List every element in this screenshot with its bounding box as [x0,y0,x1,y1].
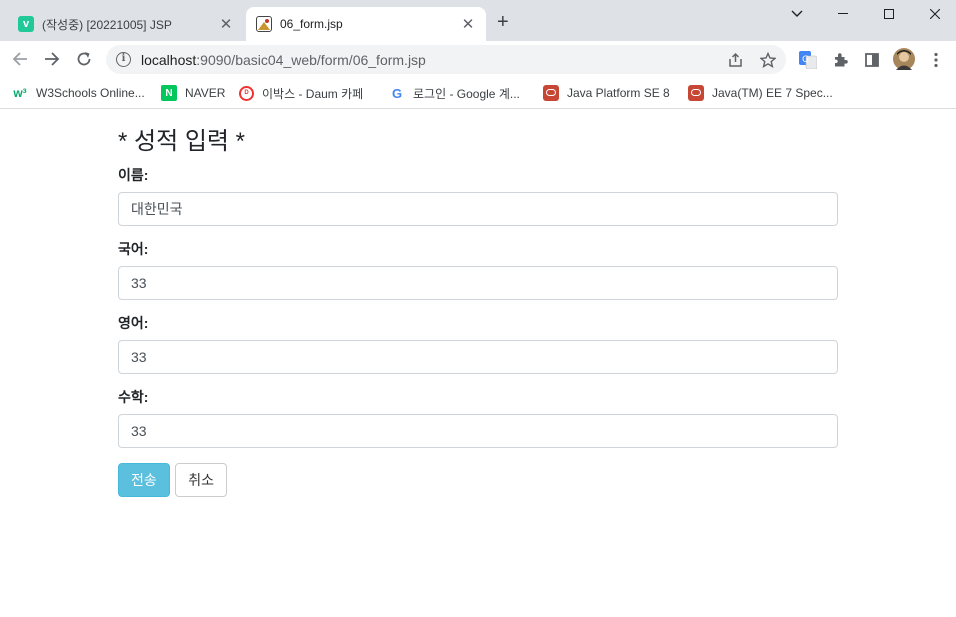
google-icon: G [391,85,403,101]
oracle-icon [543,85,559,101]
tab-06-form[interactable]: 06_form.jsp ✕ [246,7,486,41]
image-icon [256,16,272,32]
bookmark-label: Java Platform SE 8 [567,86,670,100]
site-info-icon[interactable]: i [116,52,131,67]
back-button[interactable] [9,48,31,70]
maximize-button[interactable] [866,0,912,28]
field-korean-group: 국어: [118,241,838,300]
url-text[interactable]: localhost:9090/basic04_web/form/06_form.… [141,52,426,68]
english-label: 영어: [118,315,149,331]
tab-title: (작성중) [20221005] JSP [42,17,172,32]
bookmark-google-login[interactable]: G 로그인 - Google 계... [389,83,520,103]
naver-icon: N [161,85,177,101]
form-actions: 전송 취소 [118,463,838,497]
minimize-button[interactable] [820,0,866,28]
google-translate-icon[interactable]: G [798,50,818,70]
bookmark-label: NAVER [185,86,226,100]
bookmark-w3schools[interactable]: w³ W3Schools Online... [12,83,145,103]
reload-button[interactable] [73,48,95,70]
submit-button[interactable]: 전송 [118,463,170,497]
name-label: 이름: [118,167,149,183]
share-icon[interactable] [726,50,746,70]
oracle-icon [688,85,704,101]
bookmark-label: W3Schools Online... [36,86,145,100]
bookmark-label: Java(TM) EE 7 Spec... [712,86,833,100]
v-logo-icon: v [18,16,34,32]
new-tab-button[interactable]: + [497,12,509,32]
field-math-group: 수학: [118,389,838,448]
korean-score-input[interactable] [118,266,838,300]
close-window-button[interactable] [912,0,956,28]
daum-icon: D [239,85,254,101]
score-form: * 성적 입력 * 이름: 국어: 영어: 수학: 전송 취소 [118,110,838,497]
tab-strip: v (작성중) [20221005] JSP ✕ 06_form.jsp ✕ + [0,0,956,41]
forward-button[interactable] [41,48,63,70]
korean-label: 국어: [118,241,149,257]
field-name-group: 이름: [118,167,838,226]
svg-text:G: G [802,55,809,65]
w3schools-icon: w³ [13,86,27,100]
tab-search-icon[interactable] [774,0,820,28]
field-english-group: 영어: [118,315,838,374]
extensions-icon[interactable] [830,50,850,70]
address-bar[interactable]: i localhost:9090/basic04_web/form/06_for… [106,45,786,74]
cancel-button[interactable]: 취소 [175,463,227,497]
bookmark-java-se8[interactable]: Java Platform SE 8 [543,83,670,103]
chrome-menu-icon[interactable] [926,50,946,70]
close-tab-icon[interactable]: ✕ [460,15,476,33]
close-tab-icon[interactable]: ✕ [218,15,234,33]
bookmark-star-icon[interactable] [758,50,778,70]
bookmark-label: 로그인 - Google 계... [413,86,520,101]
math-label: 수학: [118,389,149,405]
bookmark-daum-cafe[interactable]: D 이박스 - Daum 카페 [239,83,363,103]
bookmarks-bar: w³ W3Schools Online... N NAVER D 이박스 - D… [0,78,956,109]
profile-avatar[interactable] [893,48,915,70]
math-score-input[interactable] [118,414,838,448]
tab-jsp-notes[interactable]: v (작성중) [20221005] JSP ✕ [8,7,244,41]
name-input[interactable] [118,192,838,226]
bookmark-java-ee7[interactable]: Java(TM) EE 7 Spec... [688,83,833,103]
page-title: * 성적 입력 * [118,128,246,155]
english-score-input[interactable] [118,340,838,374]
bookmark-naver[interactable]: N NAVER [161,83,225,103]
tab-title: 06_form.jsp [280,17,343,31]
bookmark-label: 이박스 - Daum 카페 [262,86,364,101]
side-panel-icon[interactable] [862,50,882,70]
